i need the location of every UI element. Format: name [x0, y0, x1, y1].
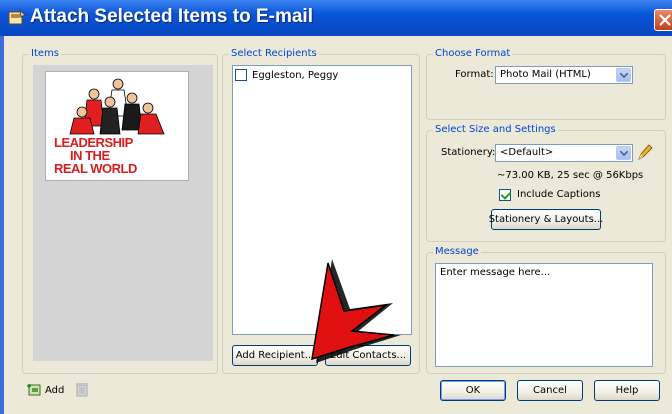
size-settings-legend: Select Size and Settings — [433, 124, 558, 135]
format-label: Format: — [455, 69, 494, 80]
window-title: Attach Selected Items to E-mail — [30, 6, 313, 27]
stationery-select[interactable]: <Default> — [495, 144, 633, 162]
stationery-dropdown-arrow[interactable] — [616, 146, 631, 160]
format-legend: Choose Format — [433, 48, 513, 59]
annotation-arrow — [298, 255, 408, 370]
close-icon — [659, 14, 671, 26]
close-button[interactable] — [654, 9, 672, 31]
message-group: Message Enter message here... — [426, 246, 666, 374]
items-group: Items LEADERSHIP IN THE REAL WORLD — [22, 48, 218, 374]
item-thumbnail[interactable]: LEADERSHIP IN THE REAL WORLD — [45, 71, 189, 181]
help-button[interactable]: Help — [594, 380, 660, 401]
people-illustration — [69, 78, 165, 135]
recipient-checkbox[interactable] — [235, 69, 247, 81]
title-bar[interactable]: Attach Selected Items to E-mail — [0, 0, 672, 36]
trash-icon[interactable] — [76, 382, 88, 400]
ok-button[interactable]: OK — [440, 380, 506, 401]
message-legend: Message — [433, 246, 481, 257]
size-settings-group: Select Size and Settings Stationery: <De… — [426, 124, 666, 242]
stationery-label: Stationery: — [441, 147, 496, 158]
add-button[interactable]: Add — [26, 382, 64, 399]
size-info: ~73.00 KB, 25 sec @ 56Kbps — [497, 170, 644, 181]
add-item-icon — [26, 382, 42, 399]
include-captions-label: Include Captions — [517, 189, 601, 200]
recipients-legend: Select Recipients — [229, 48, 319, 59]
format-value: Photo Mail (HTML) — [500, 69, 591, 80]
include-captions-checkbox[interactable] — [499, 189, 511, 201]
items-legend: Items — [29, 48, 61, 59]
format-group: Choose Format Format: Photo Mail (HTML) — [426, 48, 666, 120]
cancel-button[interactable]: Cancel — [517, 380, 583, 401]
stationery-value: <Default> — [500, 147, 554, 158]
recipient-row[interactable]: Eggleston, Peggy — [235, 68, 338, 82]
chevron-down-icon — [620, 151, 628, 156]
message-input[interactable]: Enter message here... — [435, 263, 653, 367]
format-dropdown-arrow[interactable] — [616, 68, 631, 82]
pencil-icon[interactable] — [637, 143, 653, 164]
chevron-down-icon — [620, 73, 628, 78]
items-list[interactable]: LEADERSHIP IN THE REAL WORLD — [33, 65, 213, 361]
add-label: Add — [45, 385, 65, 396]
format-select[interactable]: Photo Mail (HTML) — [495, 66, 633, 84]
stationery-layouts-button[interactable]: Stationery & Layouts... — [489, 209, 603, 230]
recipient-name: Eggleston, Peggy — [252, 69, 339, 81]
thumbnail-caption: LEADERSHIP IN THE REAL WORLD — [54, 135, 137, 176]
app-icon — [8, 8, 26, 26]
